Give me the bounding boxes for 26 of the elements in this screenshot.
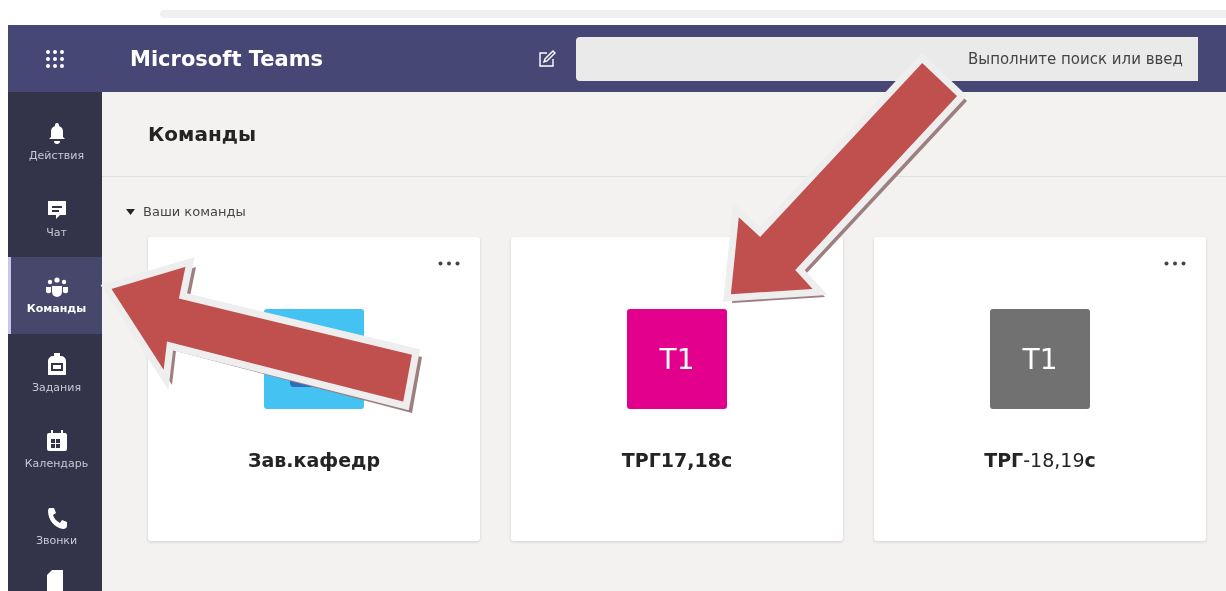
team-avatar: Т1 [990, 309, 1090, 409]
team-name: ТРГ-18,19с [984, 449, 1096, 471]
compose-icon[interactable] [538, 49, 556, 68]
team-name: Зав.кафедр [248, 449, 380, 471]
app-title: Microsoft Teams [130, 46, 325, 71]
file-icon[interactable] [46, 569, 64, 591]
more-options-icon[interactable] [438, 261, 460, 266]
team-avatar: Т1 [627, 309, 727, 409]
rail-item[interactable]: Задания [8, 334, 102, 411]
team-card[interactable]: Т1 ТРГ-18,19с [874, 237, 1206, 541]
phone-icon [46, 506, 67, 529]
more-options-icon[interactable] [1164, 261, 1186, 266]
team-card[interactable]: Т1 ТРГ17,18с [511, 237, 843, 541]
rail-item[interactable]: Чат [8, 180, 102, 257]
people-icon [45, 276, 68, 297]
section-toggle[interactable]: Ваши команды [126, 204, 1226, 219]
rail-item[interactable]: Команды [8, 257, 102, 334]
rail-item[interactable]: Действия [8, 103, 102, 180]
search-field[interactable]: Выполните поиск или введ [576, 36, 1198, 81]
backpack-icon [46, 351, 67, 376]
team-name: ТРГ17,18с [621, 449, 733, 471]
rail-item[interactable]: Звонки [8, 488, 102, 565]
rail-item[interactable]: Календарь [8, 411, 102, 488]
chat-icon [45, 198, 68, 221]
app-launcher-icon[interactable] [46, 49, 64, 68]
calendar-icon [45, 429, 68, 452]
